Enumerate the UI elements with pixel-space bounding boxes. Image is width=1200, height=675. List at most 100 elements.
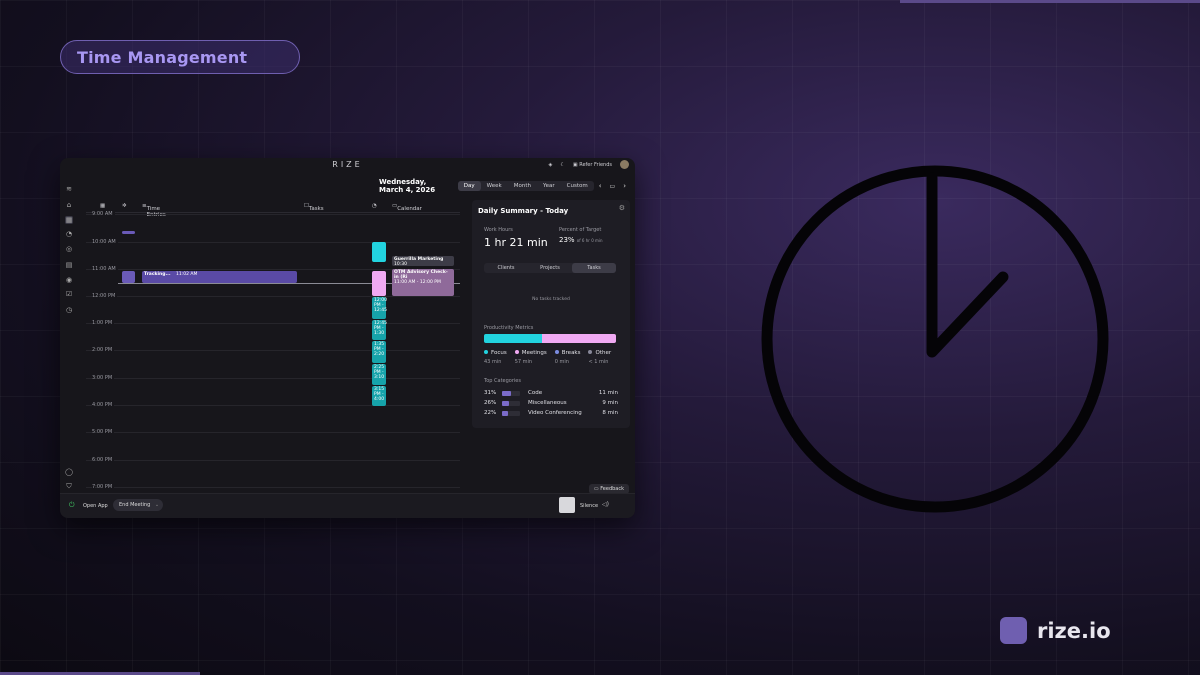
legend-name: Meetings <box>521 350 547 356</box>
gift-icon: ▣ <box>572 161 578 168</box>
task-block[interactable]: 2:25 PM - 3:10 <box>372 364 386 385</box>
grid-icon[interactable]: ▦ <box>100 203 105 209</box>
category-row: 22% Video Conferencing 8 min <box>484 408 618 418</box>
title-bar: RIZE ◈ ☾ ▣ Refer Friends <box>60 158 635 172</box>
task-block[interactable]: 3:15 PM - 4:00 <box>372 386 386 406</box>
task-block[interactable]: 12:00 PM - 12:45 <box>372 297 387 319</box>
hour-row: 7:00 PM <box>86 484 460 490</box>
task-block-label: 12:00 PM - 12:45 <box>374 298 387 313</box>
chevron-right-icon[interactable]: › <box>620 182 629 190</box>
view-day-tab[interactable]: Day <box>457 181 481 191</box>
legend-meetings: Meetings 57 min <box>514 350 547 365</box>
current-date: Wednesday, March 4, 2026 <box>379 178 436 194</box>
legend-name: Focus <box>491 350 507 356</box>
calendar-event[interactable]: OTM Advisory Check-in (Ri 11:00 AM - 12:0… <box>392 269 454 296</box>
calendar-picker-icon[interactable]: ▭ <box>607 183 619 190</box>
target-icon[interactable]: ◉ <box>65 276 73 284</box>
view-week-tab[interactable]: Week <box>481 181 508 191</box>
media-thumbnail <box>559 497 575 513</box>
app-window: RIZE ◈ ☾ ▣ Refer Friends ≋ ⌂ ▦ ◔ ◎ ▤ ◉ ☑… <box>60 158 635 518</box>
time-entry-block[interactable] <box>122 231 135 234</box>
hour-row: 2:00 PM <box>86 347 460 353</box>
legend-time: 0 min <box>554 359 569 365</box>
metrics-legend: Focus 43 min Meetings 57 min Breaks 0 min O… <box>484 350 619 365</box>
task-block[interactable]: 1:35 PM - 2:20 <box>372 341 386 363</box>
tab-projects[interactable]: Projects <box>528 263 572 273</box>
speaker-icon[interactable]: ◁) <box>602 501 609 508</box>
category-name: Code <box>528 390 543 396</box>
legend-name: Breaks <box>561 350 581 356</box>
view-year-tab[interactable]: Year <box>537 181 561 191</box>
hour-label: 7:00 PM <box>92 484 115 490</box>
tab-tasks[interactable]: Tasks <box>572 263 616 273</box>
meeting-block[interactable] <box>372 271 386 296</box>
legend-time: < 1 min <box>588 359 609 365</box>
metrics-label: Productivity Metrics <box>484 325 534 331</box>
open-app-button[interactable]: Open App <box>83 503 108 509</box>
summary-tabs: Clients Projects Tasks <box>484 263 616 273</box>
bottom-bar: ⏻ Open App End Meeting ⌄ Silence ◁) <box>60 493 635 518</box>
event-time: 10:30 <box>394 262 407 267</box>
chevron-left-icon[interactable]: ‹ <box>596 182 605 190</box>
category-bar-fill <box>502 400 510 406</box>
category-pct: 26% <box>484 400 497 406</box>
calendar-label: Calendar <box>397 206 422 212</box>
book-icon[interactable]: ▤ <box>65 261 73 269</box>
moon-icon[interactable]: ☾ <box>560 162 564 168</box>
date-toolbar: Wednesday, March 4, 2026 Day Week Month … <box>379 178 629 194</box>
view-custom-tab[interactable]: Custom <box>561 181 594 191</box>
avatar[interactable] <box>620 160 629 169</box>
meetings-dot-icon <box>514 350 519 354</box>
hour-label: 9:00 AM <box>92 211 115 217</box>
tracking-entry[interactable]: Tracking... 11:02 AM <box>142 271 297 283</box>
focus-block[interactable] <box>372 242 386 262</box>
chevron-down-icon[interactable]: ⌄ <box>155 502 159 508</box>
categories-list: 31% Code 11 min 26% Miscellaneous 9 min 22% V… <box>484 388 618 418</box>
tab-clients[interactable]: Clients <box>484 263 528 273</box>
time-entries-header: ≡ Time Entries <box>142 203 166 218</box>
meetings-bar-segment <box>542 334 616 343</box>
shield-icon[interactable]: ⛉ <box>65 482 73 490</box>
productivity-bar <box>484 334 616 343</box>
power-icon[interactable]: ⏻ <box>69 501 75 510</box>
category-bar-fill <box>502 390 511 396</box>
calendar-event[interactable]: Guerrilla Marketing 10:30 <box>392 256 454 267</box>
silence-label[interactable]: Silence <box>580 503 598 509</box>
user-icon[interactable]: ◯ <box>65 468 73 476</box>
legend-time: 43 min <box>484 359 502 365</box>
task-block-label: 1:35 PM - 2:20 <box>374 342 385 357</box>
breaks-dot-icon <box>554 350 559 354</box>
stack-icon[interactable]: ≋ <box>65 185 73 193</box>
checklist-icon[interactable]: ☑ <box>65 290 73 298</box>
task-block[interactable]: 12:45 PM - 1:30 <box>372 320 387 340</box>
sidebar: ≋ ⌂ ▦ ◔ ◎ ▤ ◉ ☑ ◷ ◯ ⛉ <box>60 182 78 494</box>
category-time: 11 min <box>598 390 618 396</box>
day-calendar[interactable]: 9:00 AM 10:00 AM 11:00 AM 12:00 PM 1:00 … <box>86 211 460 492</box>
top-accent-line <box>900 0 1200 3</box>
category-pct: 31% <box>484 390 497 396</box>
timer-icon[interactable]: ◔ <box>65 230 73 238</box>
hour-row: 12:00 PM <box>86 293 460 299</box>
percent-subtext: of 6 hr 0 min <box>576 238 603 243</box>
home-icon[interactable]: ⌂ <box>65 201 73 209</box>
percent-target-label: Percent of Target <box>559 227 602 233</box>
daily-summary-panel: Daily Summary - Today ⚙ Work Hours 1 hr … <box>472 200 630 428</box>
event-title: OTM Advisory Check-in (Ri <box>394 270 448 280</box>
gear-small-icon[interactable]: ✲ <box>122 203 127 209</box>
history-icon[interactable]: ◷ <box>65 306 73 314</box>
category-name: Miscellaneous <box>528 400 567 406</box>
settings-icon[interactable]: ⚙ <box>619 204 625 212</box>
event-time: 11:00 AM - 12:00 PM <box>394 280 441 285</box>
focus-bar-segment <box>484 334 543 343</box>
end-meeting-button[interactable]: End Meeting ⌄ <box>113 499 163 511</box>
calendar-icon[interactable]: ▦ <box>65 216 73 224</box>
tracking-time: 11:02 AM <box>176 272 198 277</box>
hour-row: 1:00 PM <box>86 320 460 326</box>
view-month-tab[interactable]: Month <box>508 181 537 191</box>
time-entry-block[interactable] <box>122 271 135 283</box>
refer-friends-label: Refer Friends <box>579 161 612 168</box>
chat-icon: ▭ <box>593 486 599 492</box>
refer-friends-button[interactable]: ▣ Refer Friends <box>573 162 612 168</box>
globe-icon[interactable]: ◎ <box>65 245 73 253</box>
layers-icon[interactable]: ◈ <box>549 162 553 168</box>
